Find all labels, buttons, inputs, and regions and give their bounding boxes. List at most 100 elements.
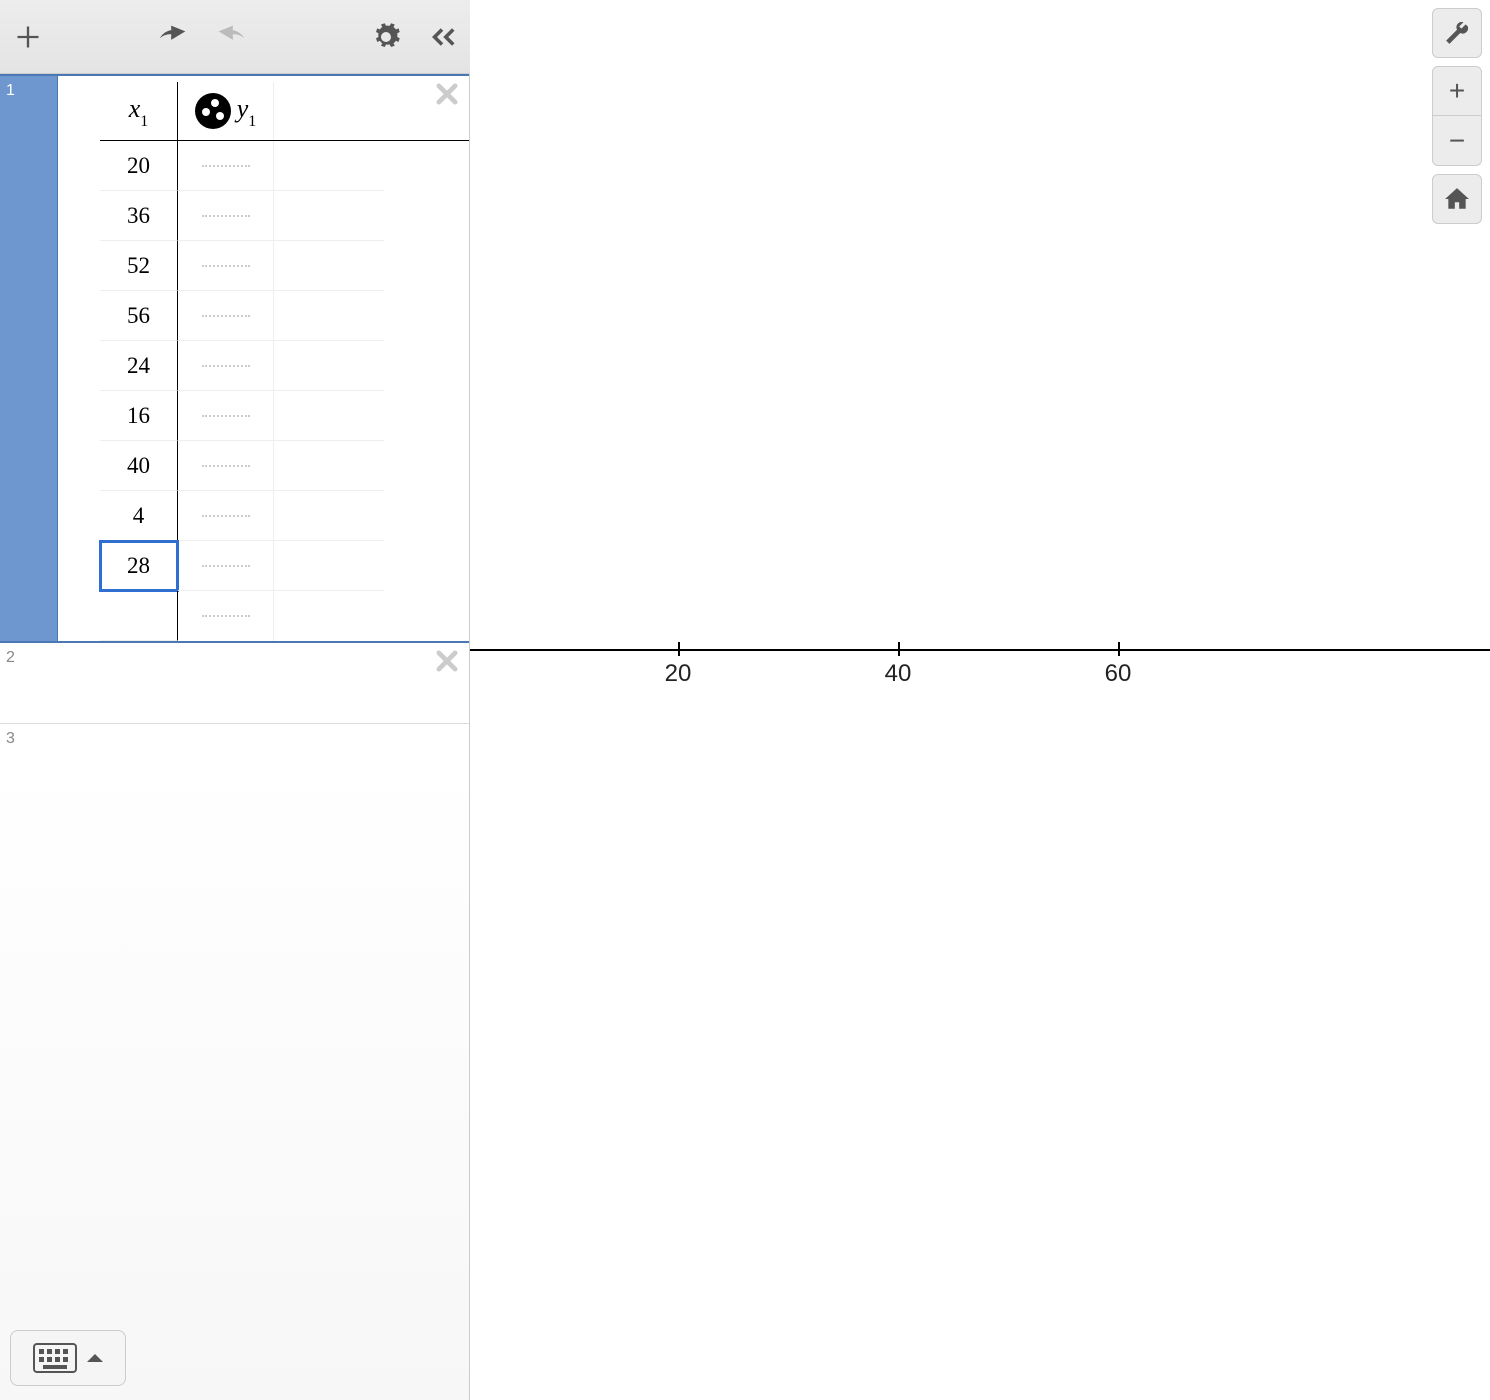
- redo-icon: [213, 25, 247, 49]
- empty-cell-placeholder: [202, 265, 250, 267]
- empty-cell-placeholder: [202, 315, 250, 317]
- table-cell-y[interactable]: [178, 491, 274, 541]
- column-header-empty[interactable]: [274, 82, 384, 140]
- zoom-out-button[interactable]: −: [1432, 116, 1482, 166]
- table-cell-x[interactable]: [100, 591, 178, 641]
- empty-cell-placeholder: [202, 415, 250, 417]
- column-header-y[interactable]: y1: [178, 82, 274, 140]
- collapse-panel-button[interactable]: [414, 9, 470, 65]
- keypad-toggle-button[interactable]: [10, 1330, 126, 1386]
- x-axis: [470, 649, 1490, 651]
- graph-controls: + −: [1432, 8, 1482, 224]
- expression-list-filler: [0, 764, 469, 1400]
- column-label: y1: [237, 94, 257, 128]
- empty-cell-placeholder: [202, 465, 250, 467]
- table-cell-extra[interactable]: [274, 191, 384, 241]
- table-row: 4: [100, 491, 469, 541]
- empty-cell-placeholder: [202, 215, 250, 217]
- graph-settings-button[interactable]: [1432, 8, 1482, 58]
- table-cell-extra[interactable]: [274, 141, 384, 191]
- keyboard-icon: [33, 1343, 77, 1373]
- expression-index: 3: [0, 724, 58, 764]
- expression-body[interactable]: [58, 724, 469, 764]
- empty-cell-placeholder: [202, 365, 250, 367]
- table-cell-extra[interactable]: [274, 441, 384, 491]
- home-icon: [1444, 186, 1470, 212]
- expression-index: 1: [0, 76, 58, 641]
- chevron-double-left-icon: [427, 22, 457, 52]
- zoom-group: + −: [1432, 66, 1482, 166]
- table-cell-y[interactable]: [178, 541, 274, 591]
- graph-area[interactable]: 20 40 60 + −: [470, 0, 1490, 1400]
- add-expression-button[interactable]: [0, 9, 56, 65]
- expression-list: 1 x1 y1: [0, 74, 470, 1400]
- table-cell-y[interactable]: [178, 291, 274, 341]
- table-cell-y[interactable]: [178, 141, 274, 191]
- expression-item[interactable]: 2: [0, 643, 469, 724]
- table-cell-extra[interactable]: [274, 391, 384, 441]
- table-cell-x[interactable]: 20: [100, 141, 178, 191]
- table-cell-extra[interactable]: [274, 591, 384, 641]
- table-row-ghost: [100, 591, 469, 641]
- axis-tick: [898, 642, 900, 656]
- table-row: 28: [100, 541, 469, 591]
- table-cell-x[interactable]: 56: [100, 291, 178, 341]
- column-label: x1: [129, 94, 149, 128]
- axis-tick: [1118, 642, 1120, 656]
- expression-body: x1 y1 20365256241640428: [58, 76, 469, 641]
- minus-icon: −: [1449, 125, 1465, 157]
- scatter-icon[interactable]: [195, 93, 231, 129]
- axis-tick-label: 60: [1105, 660, 1132, 688]
- table-row: 36: [100, 191, 469, 241]
- axis-tick: [678, 642, 680, 656]
- table-cell-extra[interactable]: [274, 291, 384, 341]
- table-row: 20: [100, 141, 469, 191]
- table-cell-y[interactable]: [178, 391, 274, 441]
- table-cell-x[interactable]: 4: [100, 491, 178, 541]
- zoom-in-button[interactable]: +: [1432, 66, 1482, 116]
- table-cell-x[interactable]: 40: [100, 441, 178, 491]
- delete-expression-button[interactable]: [433, 80, 461, 108]
- home-button[interactable]: [1432, 174, 1482, 224]
- gear-icon: [371, 22, 401, 52]
- table-cell-extra[interactable]: [274, 541, 384, 591]
- table-cell-y[interactable]: [178, 341, 274, 391]
- table-cell-x[interactable]: 24: [100, 341, 178, 391]
- table-cell-extra[interactable]: [274, 341, 384, 391]
- expression-item[interactable]: 3: [0, 724, 469, 764]
- table-cell-extra[interactable]: [274, 241, 384, 291]
- table-row: 24: [100, 341, 469, 391]
- data-table: x1 y1 20365256241640428: [100, 82, 469, 641]
- axis-tick-label: 20: [665, 660, 692, 688]
- settings-button[interactable]: [358, 9, 414, 65]
- table-cell-x[interactable]: 52: [100, 241, 178, 291]
- undo-button[interactable]: [146, 9, 202, 65]
- table-cell-x[interactable]: 28: [100, 541, 178, 591]
- undo-icon: [157, 25, 191, 49]
- table-row: 52: [100, 241, 469, 291]
- table-cell-y[interactable]: [178, 591, 274, 641]
- empty-cell-placeholder: [202, 165, 250, 167]
- axis-tick-label: 40: [885, 660, 912, 688]
- plus-icon: +: [1449, 75, 1465, 107]
- table-cell-y[interactable]: [178, 191, 274, 241]
- table-row: 40: [100, 441, 469, 491]
- delete-expression-button[interactable]: [433, 647, 461, 675]
- empty-cell-placeholder: [202, 615, 250, 617]
- chevron-up-icon: [87, 1352, 103, 1364]
- table-cell-y[interactable]: [178, 241, 274, 291]
- redo-button[interactable]: [202, 9, 258, 65]
- table-cell-extra[interactable]: [274, 491, 384, 541]
- expression-item[interactable]: 1 x1 y1: [0, 74, 469, 643]
- table-cell-y[interactable]: [178, 441, 274, 491]
- table-cell-x[interactable]: 36: [100, 191, 178, 241]
- table-header-row: x1 y1: [100, 82, 469, 141]
- expression-index: 2: [0, 643, 58, 723]
- table-cell-x[interactable]: 16: [100, 391, 178, 441]
- expression-toolbar: [0, 0, 470, 74]
- table-body: 20365256241640428: [100, 141, 469, 641]
- plus-icon: [14, 23, 42, 51]
- close-icon: [433, 80, 461, 108]
- expression-body[interactable]: [58, 643, 469, 723]
- column-header-x[interactable]: x1: [100, 82, 178, 140]
